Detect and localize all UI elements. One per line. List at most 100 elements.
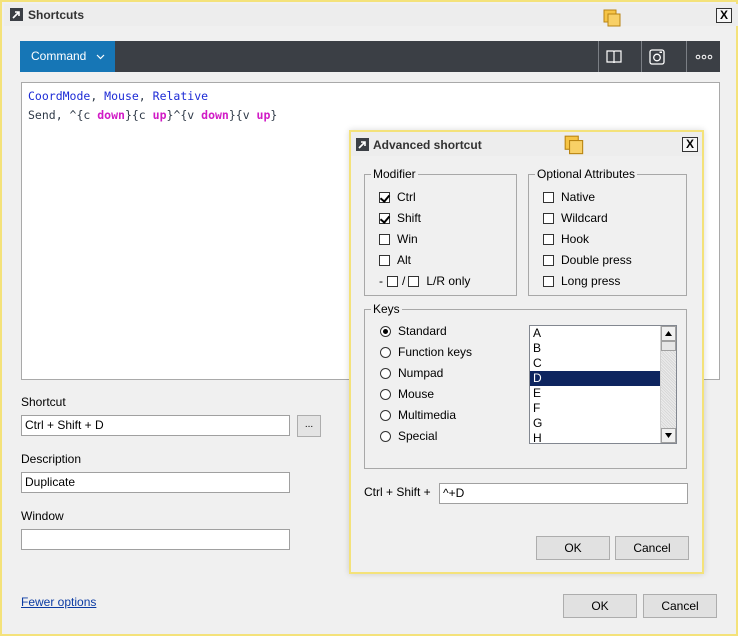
win-label: Win (397, 232, 418, 246)
ctrl-label: Ctrl (397, 190, 416, 204)
hook-label: Hook (561, 232, 590, 246)
list-item[interactable]: G (530, 416, 661, 431)
scroll-down-button[interactable] (661, 428, 676, 443)
command-dropdown[interactable]: Command (20, 41, 115, 72)
lr-slash: / (402, 274, 406, 288)
description-field[interactable]: Duplicate (21, 472, 290, 493)
function-keys-radio[interactable]: Function keys (380, 345, 472, 359)
checkbox-box (543, 233, 554, 245)
double-press-label: Double press (561, 253, 632, 267)
right-modifier-checkbox[interactable] (408, 275, 420, 287)
shift-label: Shift (397, 211, 422, 225)
multimedia-label: Multimedia (398, 408, 457, 422)
dialog-close-button[interactable]: X (682, 137, 698, 152)
scroll-thumb[interactable] (661, 341, 676, 351)
lr-only-label: L/R only (426, 274, 471, 288)
dialog-ok-button[interactable]: OK (536, 536, 610, 560)
combo-field[interactable]: ^+D (439, 483, 688, 504)
keys-legend: Keys (371, 302, 402, 316)
list-item[interactable]: F (530, 401, 661, 416)
checkbox-box (379, 254, 390, 266)
standard-radio[interactable]: Standard (380, 324, 447, 338)
description-label: Description (21, 452, 82, 466)
dialog-cancel-button[interactable]: Cancel (615, 536, 689, 560)
modifier-group: Modifier Ctrl Shift Win Alt - / L/R only (364, 167, 517, 296)
cancel-button[interactable]: Cancel (643, 594, 717, 618)
checkbox-box (543, 191, 554, 203)
code-token: Mouse (104, 89, 139, 103)
window-title: Shortcuts (28, 8, 85, 22)
code-token: }^{v (166, 108, 202, 122)
dialog-title: Advanced shortcut (373, 138, 482, 152)
book-button[interactable] (598, 41, 628, 72)
ok-button[interactable]: OK (563, 594, 637, 618)
double-press-checkbox[interactable]: Double press (543, 253, 632, 267)
dialog-title-bar: Advanced shortcut X (351, 132, 702, 156)
list-item[interactable]: E (530, 386, 661, 401)
list-item-selected[interactable]: D (530, 371, 661, 386)
hook-checkbox[interactable]: Hook (543, 232, 589, 246)
keys-listbox[interactable]: A B C D E F G H (529, 325, 677, 444)
window-close-button[interactable]: X (716, 8, 732, 23)
advanced-shortcut-dialog: Advanced shortcut X Modifier Ctrl Shift … (349, 130, 704, 574)
radio-dot (380, 325, 391, 337)
optional-attributes-group: Optional Attributes Native Wildcard Hook… (528, 167, 687, 296)
code-token: , (90, 89, 105, 103)
list-scrollbar[interactable] (660, 326, 676, 443)
native-checkbox[interactable]: Native (543, 190, 595, 204)
radio-dot (380, 346, 391, 358)
checkbox-box (543, 212, 554, 224)
checkbox-box (543, 254, 554, 266)
wildcard-label: Wildcard (561, 211, 608, 225)
code-token: Send, ^{c (28, 108, 98, 122)
chevron-down-icon (96, 54, 105, 60)
left-modifier-checkbox[interactable] (387, 275, 398, 287)
list-item[interactable]: C (530, 356, 661, 371)
numpad-radio[interactable]: Numpad (380, 366, 443, 380)
mouse-radio[interactable]: Mouse (380, 387, 434, 401)
modifier-legend: Modifier (371, 167, 418, 181)
code-token: } (270, 108, 278, 122)
standard-label: Standard (398, 324, 447, 338)
native-label: Native (561, 190, 596, 204)
checkbox-box (543, 275, 554, 287)
window-field[interactable] (21, 529, 290, 550)
title-bar: Shortcuts X (4, 4, 738, 27)
checkbox-box (379, 212, 390, 224)
snapshot-button[interactable] (641, 41, 671, 72)
checkbox-box (379, 191, 390, 203)
lr-dash: - (379, 274, 383, 288)
windows-stack-icon (564, 135, 584, 155)
code-token: CoordMode (28, 89, 91, 103)
alt-checkbox[interactable]: Alt (379, 253, 411, 267)
more-button[interactable] (686, 41, 720, 72)
code-token: }{c (124, 108, 153, 122)
radio-dot (380, 367, 391, 379)
scroll-up-button[interactable] (661, 326, 676, 341)
list-item[interactable]: B (530, 341, 661, 356)
multimedia-radio[interactable]: Multimedia (380, 408, 456, 422)
alt-label: Alt (397, 253, 412, 267)
more-icon (695, 54, 712, 59)
function-keys-label: Function keys (398, 345, 473, 359)
shortcut-field[interactable]: Ctrl + Shift + D (21, 415, 290, 436)
fewer-options-link[interactable]: Fewer options (21, 595, 96, 609)
list-item[interactable]: A (530, 326, 661, 341)
win-checkbox[interactable]: Win (379, 232, 418, 246)
code-token: up (256, 108, 271, 122)
list-item[interactable]: H (530, 431, 661, 443)
ctrl-checkbox[interactable]: Ctrl (379, 190, 416, 204)
browse-button[interactable]: ... (297, 415, 321, 437)
mouse-label: Mouse (398, 387, 435, 401)
wildcard-checkbox[interactable]: Wildcard (543, 211, 608, 225)
code-token: , (138, 89, 153, 103)
shift-checkbox[interactable]: Shift (379, 211, 421, 225)
shortcut-label: Shortcut (21, 395, 66, 409)
code-token: down (201, 108, 229, 122)
windows-stack-icon (603, 9, 621, 27)
long-press-checkbox[interactable]: Long press (543, 274, 620, 288)
radio-dot (380, 388, 391, 400)
special-radio[interactable]: Special (380, 429, 437, 443)
optional-legend: Optional Attributes (535, 167, 638, 181)
snapshot-icon (648, 48, 665, 65)
